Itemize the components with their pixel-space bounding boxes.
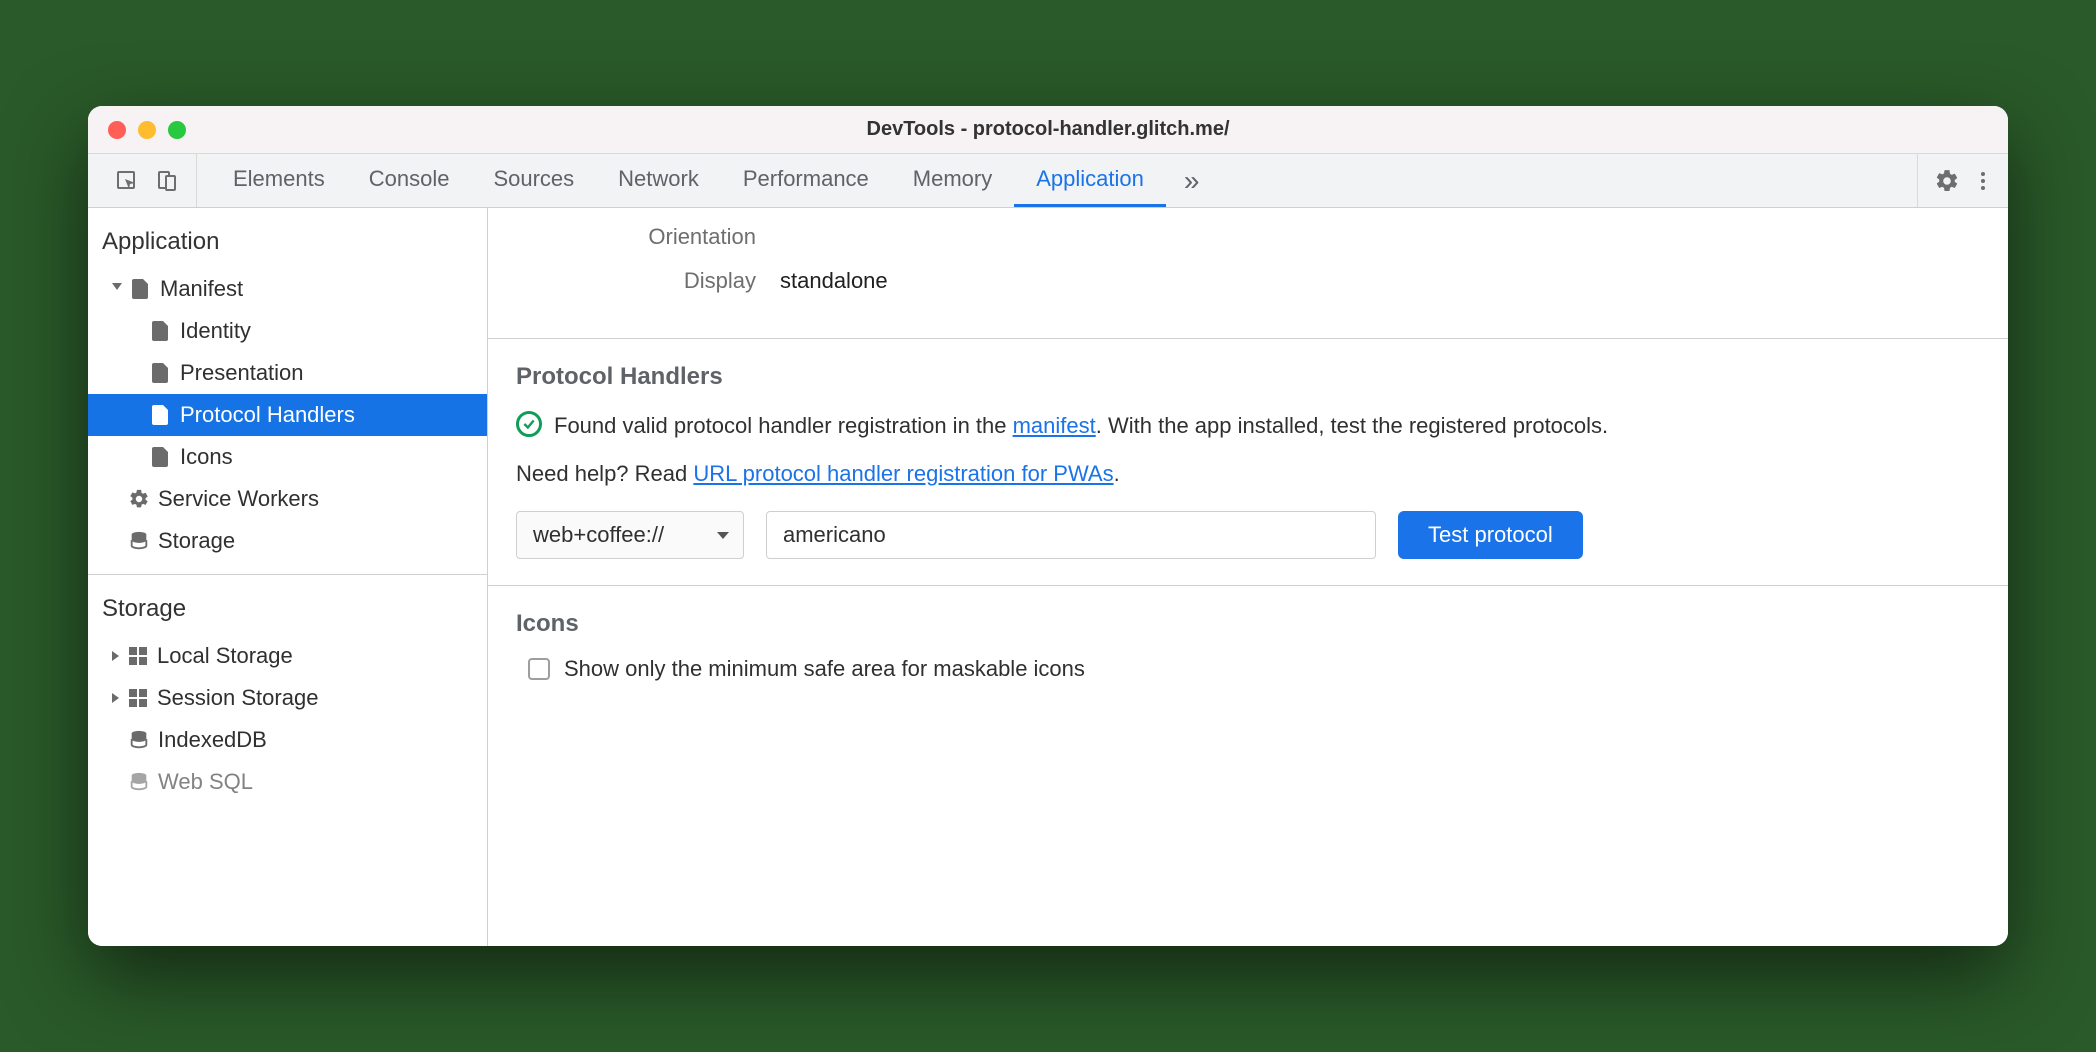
tree-label: Protocol Handlers xyxy=(180,402,355,428)
tab-memory[interactable]: Memory xyxy=(891,154,1014,207)
sidebar-item-icons[interactable]: Icons xyxy=(88,436,487,478)
tree-label: Session Storage xyxy=(157,685,318,711)
dropdown-value: web+coffee:// xyxy=(533,522,664,548)
tree-label: Service Workers xyxy=(158,486,319,512)
database-icon xyxy=(128,729,150,751)
panel-body: Application Manifest Identity Presentati… xyxy=(88,208,2008,946)
database-icon xyxy=(128,771,150,793)
gear-icon xyxy=(128,488,150,510)
device-toolbar-icon[interactable] xyxy=(152,166,182,196)
field-display: Display standalone xyxy=(516,268,1980,294)
link-manifest[interactable]: manifest xyxy=(1013,413,1096,438)
test-protocol-button[interactable]: Test protocol xyxy=(1398,511,1583,559)
tab-performance[interactable]: Performance xyxy=(721,154,891,207)
status-text: Found valid protocol handler registratio… xyxy=(554,409,1980,443)
grid-icon xyxy=(127,645,149,667)
field-orientation: Orientation xyxy=(516,224,1980,250)
sidebar-section-storage: Storage Local Storage Session Storage xyxy=(88,575,487,815)
chevron-down-icon xyxy=(112,283,122,295)
protocol-status: Found valid protocol handler registratio… xyxy=(516,409,1980,443)
tab-list: Elements Console Sources Network Perform… xyxy=(211,154,1166,207)
application-sidebar: Application Manifest Identity Presentati… xyxy=(88,208,488,946)
sidebar-item-service-workers[interactable]: Service Workers xyxy=(88,478,487,520)
field-label: Orientation xyxy=(516,224,756,250)
section-heading: Protocol Handlers xyxy=(516,363,1980,391)
file-icon xyxy=(150,404,172,426)
checkbox-label: Show only the minimum safe area for mask… xyxy=(564,656,1085,682)
database-icon xyxy=(128,530,150,552)
section-heading: Icons xyxy=(516,610,1980,638)
sidebar-item-websql[interactable]: Web SQL xyxy=(88,761,487,803)
tab-sources[interactable]: Sources xyxy=(471,154,596,207)
manifest-fields: Orientation Display standalone xyxy=(488,208,2008,338)
tree-label: Identity xyxy=(180,318,251,344)
tree-label: Presentation xyxy=(180,360,304,386)
field-label: Display xyxy=(516,268,756,294)
sidebar-item-session-storage[interactable]: Session Storage xyxy=(88,677,487,719)
tab-application[interactable]: Application xyxy=(1014,154,1166,207)
tree-label: Manifest xyxy=(160,276,243,302)
tree-label: IndexedDB xyxy=(158,727,267,753)
minimize-window-button[interactable] xyxy=(138,121,156,139)
window-title: DevTools - protocol-handler.glitch.me/ xyxy=(88,118,2008,141)
devtools-tabbar: Elements Console Sources Network Perform… xyxy=(88,154,2008,208)
file-icon xyxy=(150,320,172,342)
sidebar-item-local-storage[interactable]: Local Storage xyxy=(88,635,487,677)
checkbox-icon[interactable] xyxy=(528,658,550,680)
section-protocol-handlers: Protocol Handlers Found valid protocol h… xyxy=(488,338,2008,585)
protocol-path-input[interactable] xyxy=(766,511,1376,559)
section-icons: Icons Show only the minimum safe area fo… xyxy=(488,585,2008,708)
close-window-button[interactable] xyxy=(108,121,126,139)
sidebar-item-manifest[interactable]: Manifest xyxy=(88,268,487,310)
tree-label: Local Storage xyxy=(157,643,293,669)
sidebar-section-application: Application Manifest Identity Presentati… xyxy=(88,208,487,575)
maskable-safe-area-toggle[interactable]: Show only the minimum safe area for mask… xyxy=(516,656,1980,682)
devtools-window: DevTools - protocol-handler.glitch.me/ E… xyxy=(88,106,2008,946)
application-main-pane: Orientation Display standalone Protocol … xyxy=(488,208,2008,946)
tree-label: Web SQL xyxy=(158,769,253,795)
protocol-test-row: web+coffee:// Test protocol xyxy=(516,511,1980,559)
window-traffic-lights xyxy=(88,121,186,139)
sidebar-section-header: Storage xyxy=(88,589,487,635)
sidebar-section-header: Application xyxy=(88,222,487,268)
titlebar: DevTools - protocol-handler.glitch.me/ xyxy=(88,106,2008,154)
file-icon xyxy=(150,446,172,468)
tab-elements[interactable]: Elements xyxy=(211,154,347,207)
check-circle-icon xyxy=(516,411,542,437)
sidebar-item-presentation[interactable]: Presentation xyxy=(88,352,487,394)
tree-label: Storage xyxy=(158,528,235,554)
sidebar-item-storage[interactable]: Storage xyxy=(88,520,487,562)
settings-icon[interactable] xyxy=(1932,166,1962,196)
kebab-menu-icon[interactable] xyxy=(1968,166,1998,196)
sidebar-item-identity[interactable]: Identity xyxy=(88,310,487,352)
file-icon xyxy=(150,362,172,384)
sidebar-item-indexeddb[interactable]: IndexedDB xyxy=(88,719,487,761)
tree-label: Icons xyxy=(180,444,233,470)
inspect-element-icon[interactable] xyxy=(112,166,142,196)
chevron-right-icon xyxy=(112,693,119,703)
zoom-window-button[interactable] xyxy=(168,121,186,139)
field-value: standalone xyxy=(780,268,888,294)
protocol-help: Need help? Read URL protocol handler reg… xyxy=(516,461,1980,487)
protocol-scheme-dropdown[interactable]: web+coffee:// xyxy=(516,511,744,559)
tab-console[interactable]: Console xyxy=(347,154,472,207)
tab-network[interactable]: Network xyxy=(596,154,721,207)
chevron-right-icon xyxy=(112,651,119,661)
file-icon xyxy=(130,278,152,300)
sidebar-item-protocol-handlers[interactable]: Protocol Handlers xyxy=(88,394,487,436)
grid-icon xyxy=(127,687,149,709)
link-help-pwadocs[interactable]: URL protocol handler registration for PW… xyxy=(693,461,1113,486)
more-tabs-button[interactable]: » xyxy=(1166,154,1218,207)
